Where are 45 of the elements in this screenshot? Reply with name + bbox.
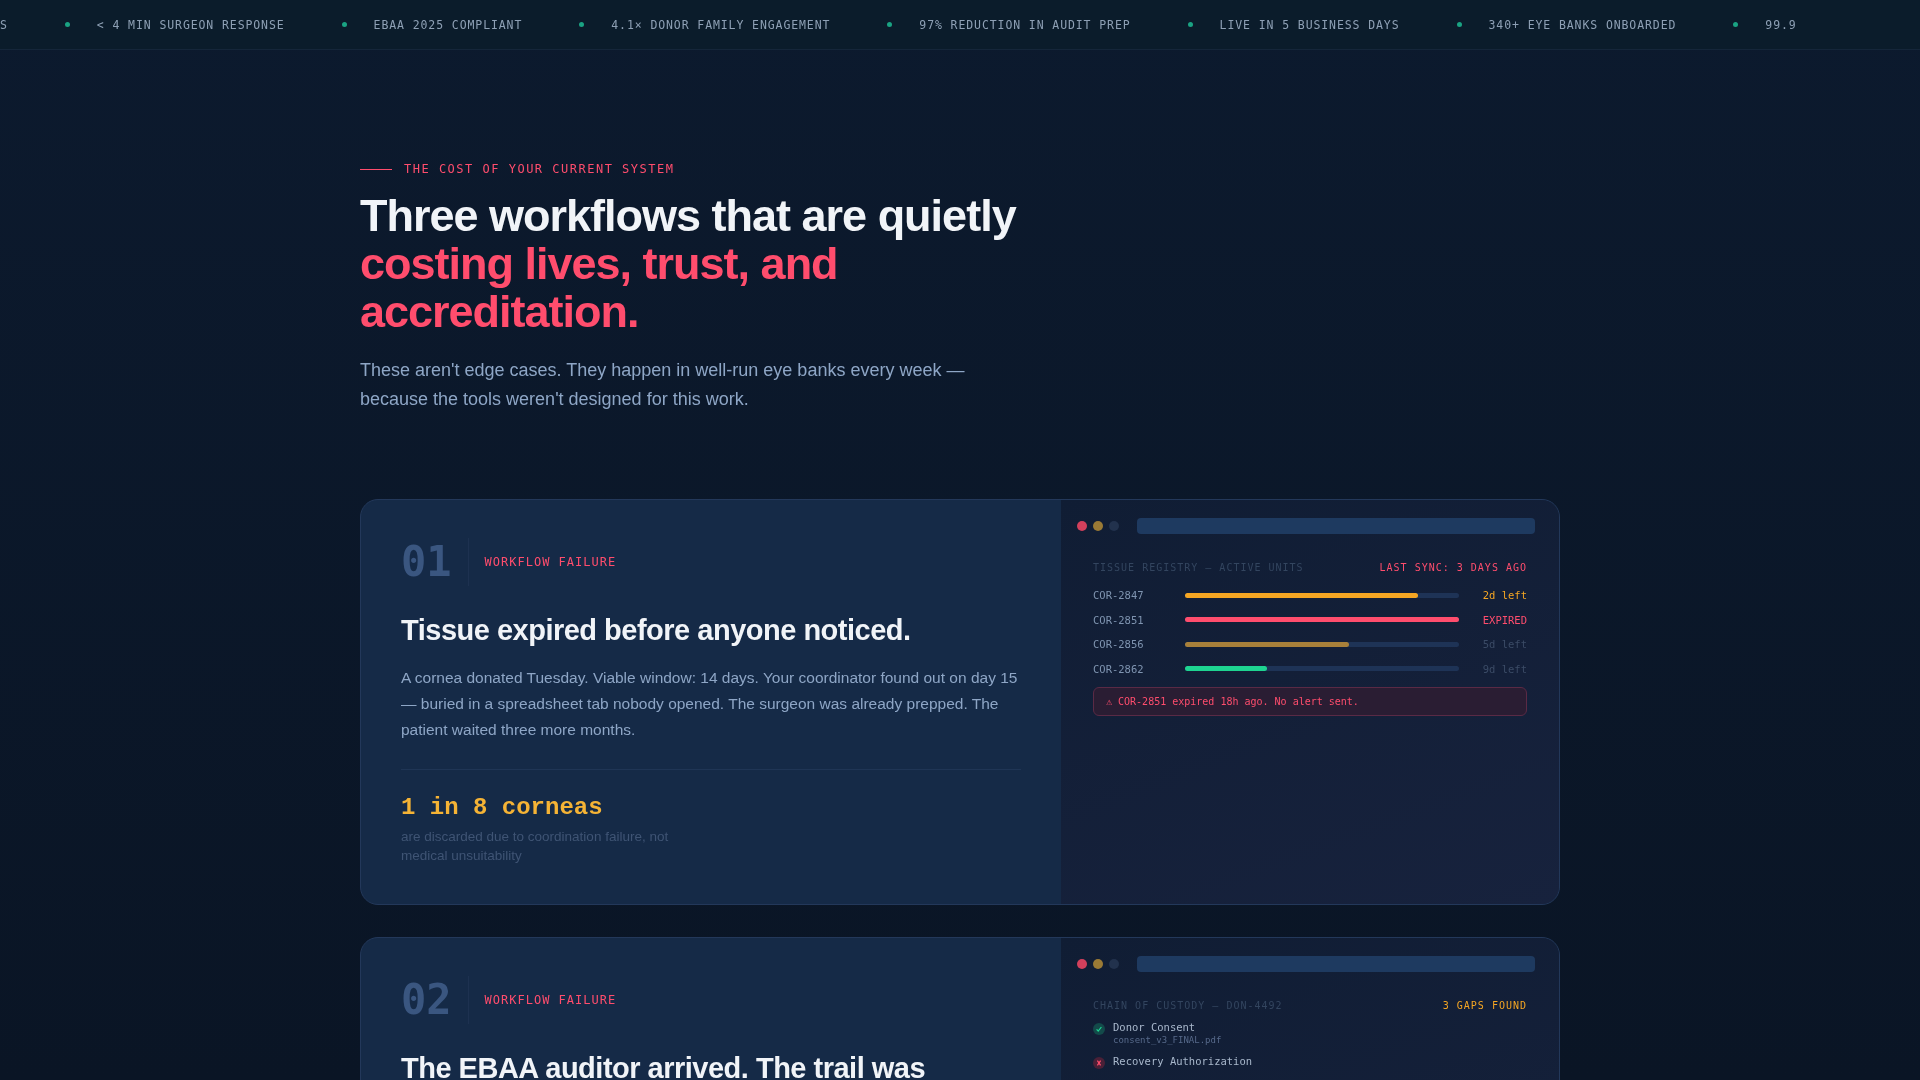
bullet-dot: [1456, 22, 1462, 27]
bullet-dot: [887, 22, 893, 27]
eyebrow-label: THE COST OF YOUR CURRENT SYSTEM: [404, 162, 675, 176]
custody-step: Donor Consent: [1113, 1021, 1222, 1033]
window-dot: [1077, 521, 1087, 531]
card-number: 02: [401, 976, 469, 1024]
bullet-dot: [579, 22, 585, 27]
unit-id: COR-2847: [1093, 589, 1145, 602]
ticker-item: 4.1× DONOR FAMILY ENGAGEMENT: [611, 17, 831, 32]
card-tag: WORKFLOW FAILURE: [484, 993, 617, 1007]
unit-id: COR-2851: [1093, 613, 1145, 626]
bullet-dot: [64, 22, 70, 27]
panel-status-label: 3 GAPS FOUND: [1442, 1000, 1527, 1011]
ticker-item: 340+ EYE BANKS ONBOARDED: [1488, 17, 1677, 32]
card-body: A cornea donated Tuesday. Viable window: 14 days. Your coordinator found out on day 15 — buried in a spreadsheet tab nobody opened. The surgeon was already prepped. The patient waited three more months.: [401, 668, 1019, 740]
card-tag: WORKFLOW FAILURE: [484, 555, 617, 569]
ticker-item: S: [0, 17, 8, 32]
ticker-item: < 4 MIN SURGEON RESPONSE: [96, 17, 285, 32]
window-dot: [1109, 521, 1119, 531]
ticker-item: EBAA 2025 COMPLIANT: [373, 17, 523, 32]
window-dot: [1093, 521, 1103, 531]
ticker-item: 99.9: [1765, 17, 1797, 32]
panel-status-label: LAST SYNC: 3 DAYS AGO: [1379, 562, 1527, 573]
unit-id: COR-2856: [1093, 638, 1145, 651]
card-title: Tissue expired before anyone noticed.: [401, 614, 912, 647]
card-number: 01: [401, 538, 469, 586]
time-left: 2d left: [1482, 589, 1527, 602]
ticker-item: 97% REDUCTION IN AUDIT PREP: [919, 17, 1131, 32]
bullet-dot: [1733, 22, 1739, 27]
stat-value: 1 in 8 corneas: [401, 794, 604, 821]
window-dot: [1109, 959, 1119, 969]
window-dot: [1077, 959, 1087, 969]
unit-id: COR-2862: [1093, 662, 1145, 675]
time-left: EXPIRED: [1482, 613, 1527, 626]
eyebrow-rule: [360, 168, 392, 170]
alert-message: ⚠ COR-2851 expired 18h ago. No alert sent.: [1093, 687, 1527, 716]
card-title: The EBAA auditor arrived. The trail was: [401, 1052, 927, 1080]
headline: Three workflows that are quietly costing lives, trust, and accreditation.: [360, 192, 1018, 336]
intro-text: These aren't edge cases. They happen in well-run eye banks every week — because the tools weren't designed for this work.: [360, 359, 966, 411]
window-dot: [1093, 959, 1103, 969]
bullet-dot: [341, 22, 347, 27]
custody-step: Recovery Authorization: [1113, 1055, 1253, 1067]
ticker-item: LIVE IN 5 BUSINESS DAYS: [1219, 17, 1400, 32]
file-name: consent_v3_FINAL.pdf: [1113, 1035, 1222, 1045]
bullet-dot: [1187, 22, 1193, 27]
